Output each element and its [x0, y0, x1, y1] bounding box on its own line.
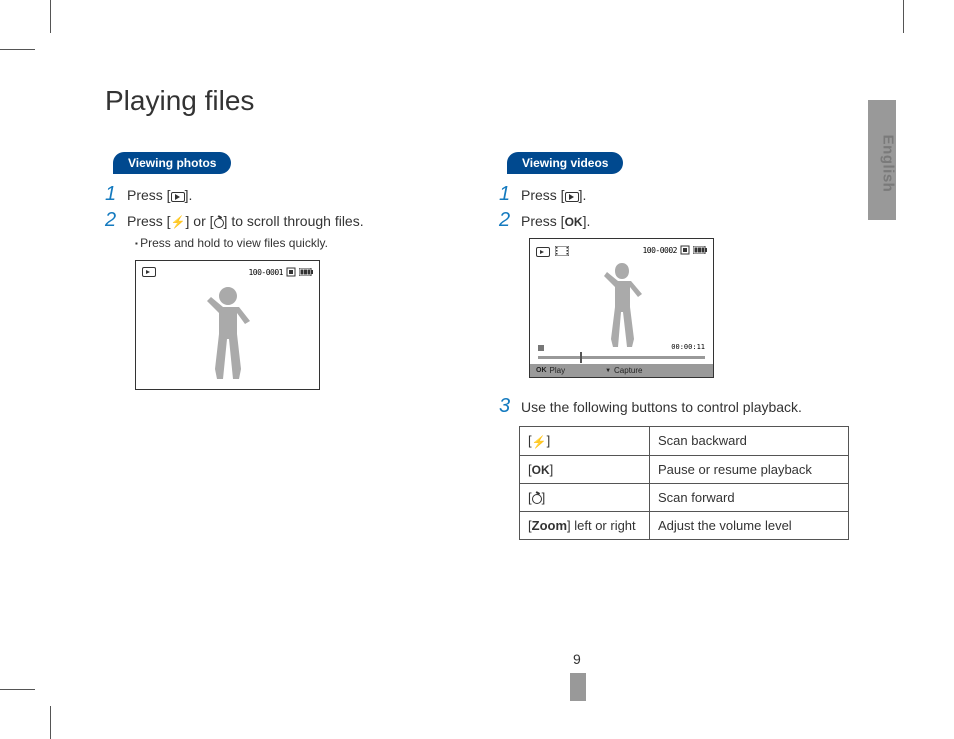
video-time: 00:00:11 — [671, 343, 705, 351]
ok-icon: OK — [565, 216, 583, 228]
control-key-cell: [Zoom] left or right — [520, 511, 650, 539]
capture-label: Capture — [614, 366, 642, 375]
step-text: Press [ — [127, 187, 171, 203]
crop-mark — [903, 0, 904, 33]
step-text: Use the following buttons to control pla… — [521, 396, 802, 416]
step-2: 2 Press [OK]. — [499, 210, 849, 230]
stop-indicator — [538, 345, 544, 351]
control-desc-cell: Scan forward — [650, 483, 849, 511]
down-arrow-icon: ▼ — [605, 368, 611, 374]
step-number: 2 — [105, 210, 127, 230]
page-number: 9 — [573, 651, 581, 667]
card-icon — [680, 245, 690, 255]
step-text: Press [ — [521, 213, 565, 229]
lcd-screen-photo: 100-0001 — [135, 260, 320, 390]
step-1: 1 Press []. — [499, 184, 849, 204]
ok-label-icon: OK — [536, 367, 547, 374]
step-2: 2 Press [⚡] or [ ] to scroll through file… — [105, 210, 454, 230]
crop-mark — [0, 689, 35, 690]
person-silhouette — [193, 279, 263, 384]
step-number: 2 — [499, 210, 521, 230]
battery-icon — [693, 246, 707, 254]
table-row: [Zoom] left or right Adjust the volume l… — [520, 511, 849, 539]
step-text: ] or [ — [186, 213, 214, 229]
step-text: Press [ — [521, 187, 565, 203]
step-text: ] to scroll through files. — [224, 213, 364, 229]
section-badge-videos: Viewing videos — [507, 152, 623, 174]
viewing-photos-section: Viewing photos 1 Press []. 2 Press [⚡] o… — [105, 152, 454, 540]
timer-icon — [532, 492, 542, 505]
ok-icon: OK — [532, 463, 550, 477]
progress-bar — [538, 356, 705, 359]
timer-icon — [214, 215, 224, 229]
zoom-label: Zoom — [532, 518, 567, 533]
table-row: [OK] Pause or resume playback — [520, 455, 849, 483]
control-key-cell: [] — [520, 483, 650, 511]
playback-icon — [171, 189, 185, 203]
lcd-bottom-bar: OK Play ▼ Capture — [530, 364, 713, 377]
sub-note: Press and hold to view files quickly. — [135, 236, 454, 250]
control-desc-cell: Adjust the volume level — [650, 511, 849, 539]
language-label: English — [880, 135, 897, 193]
control-key-cell: [⚡] — [520, 427, 650, 456]
control-desc-cell: Pause or resume playback — [650, 455, 849, 483]
crop-mark — [0, 49, 35, 50]
step-text: Press [ — [127, 213, 171, 229]
file-counter: 100-0002 — [642, 246, 677, 255]
step-1: 1 Press []. — [105, 184, 454, 204]
step-text: ]. — [579, 187, 587, 203]
step-3: 3 Use the following buttons to control p… — [499, 396, 849, 416]
section-badge-photos: Viewing photos — [113, 152, 231, 174]
table-row: [⚡] Scan backward — [520, 427, 849, 456]
crop-mark — [50, 0, 51, 33]
step-number: 1 — [499, 184, 521, 204]
step-number: 1 — [105, 184, 127, 204]
playback-icon — [565, 189, 579, 203]
control-key-cell: [OK] — [520, 455, 650, 483]
crop-mark — [50, 706, 51, 739]
lcd-screen-video: 100-0002 00:00:11 — [529, 238, 714, 378]
card-icon — [286, 267, 296, 277]
playback-mode-icon — [142, 267, 156, 277]
person-silhouette — [591, 257, 653, 352]
zoom-suffix: ] left or right — [567, 518, 636, 533]
step-text: ]. — [185, 187, 193, 203]
step-text: ]. — [583, 213, 591, 229]
viewing-videos-section: Viewing videos 1 Press []. 2 Press [OK]. — [499, 152, 849, 540]
step-number: 3 — [499, 396, 521, 416]
control-desc-cell: Scan backward — [650, 427, 849, 456]
file-counter: 100-0001 — [248, 268, 283, 277]
page-number-bar — [570, 673, 586, 701]
play-label: Play — [550, 366, 566, 375]
table-row: [] Scan forward — [520, 483, 849, 511]
flash-icon: ⚡ — [532, 435, 547, 449]
battery-icon — [299, 268, 313, 276]
control-table: [⚡] Scan backward [OK] Pause or resume p… — [519, 426, 849, 540]
flash-icon: ⚡ — [171, 216, 186, 228]
page-title: Playing files — [105, 85, 849, 117]
